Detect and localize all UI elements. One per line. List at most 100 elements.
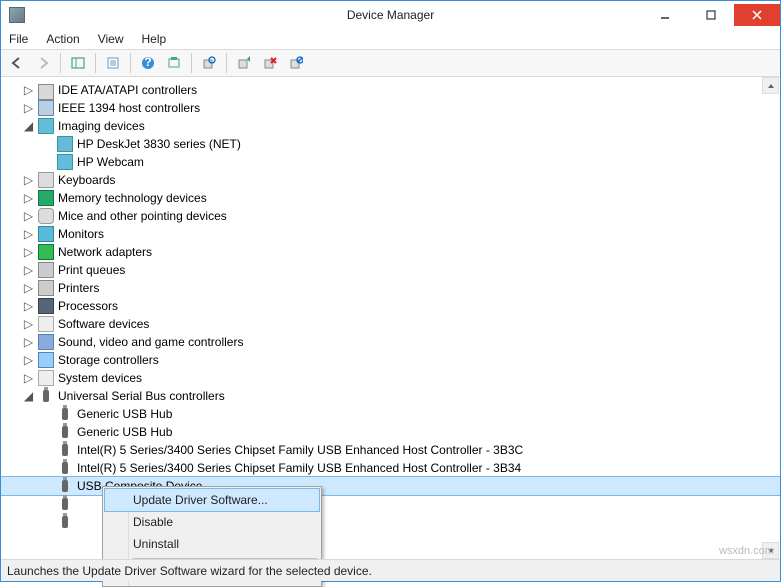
expand-icon[interactable]: ▷ bbox=[23, 85, 34, 96]
node-label: Mice and other pointing devices bbox=[58, 209, 227, 223]
forward-button[interactable] bbox=[31, 51, 55, 75]
minimize-button[interactable] bbox=[642, 4, 688, 26]
ctx-update-driver[interactable]: Update Driver Software... bbox=[105, 489, 319, 511]
toolbar-separator bbox=[226, 53, 227, 73]
imaging-icon bbox=[57, 154, 73, 170]
expand-icon[interactable]: ▷ bbox=[23, 247, 34, 258]
expand-icon[interactable]: ▷ bbox=[23, 193, 34, 204]
scan-hardware-button[interactable] bbox=[197, 51, 221, 75]
tree-node-sound[interactable]: ▷Sound, video and game controllers bbox=[1, 333, 780, 351]
tree-node-ide[interactable]: ▷ IDE ATA/ATAPI controllers bbox=[1, 81, 780, 99]
tree-node-printqueues[interactable]: ▷Print queues bbox=[1, 261, 780, 279]
toolbar: ? bbox=[1, 49, 780, 77]
node-label: Generic USB Hub bbox=[77, 407, 172, 421]
monitor-icon bbox=[38, 226, 54, 242]
expand-icon[interactable]: ▷ bbox=[23, 283, 34, 294]
node-label: Software devices bbox=[58, 317, 149, 331]
node-label: Memory technology devices bbox=[58, 191, 207, 205]
ctx-disable[interactable]: Disable bbox=[105, 511, 319, 533]
expand-icon[interactable]: ▷ bbox=[23, 373, 34, 384]
status-text: Launches the Update Driver Software wiza… bbox=[7, 564, 372, 578]
tree-node-intel-usb[interactable]: Intel(R) 5 Series/3400 Series Chipset Fa… bbox=[1, 459, 780, 477]
tree-node-processors[interactable]: ▷ Processors bbox=[1, 297, 780, 315]
help-button[interactable]: ? bbox=[136, 51, 160, 75]
tree-node-storage[interactable]: ▷ Storage controllers bbox=[1, 351, 780, 369]
node-label: Storage controllers bbox=[58, 353, 159, 367]
tree-node-usb[interactable]: ◢ Universal Serial Bus controllers bbox=[1, 387, 780, 405]
status-bar: Launches the Update Driver Software wiza… bbox=[1, 559, 780, 581]
node-label: HP DeskJet 3830 series (NET) bbox=[77, 137, 241, 151]
show-hide-tree-button[interactable] bbox=[66, 51, 90, 75]
disable-button[interactable] bbox=[284, 51, 308, 75]
tree-node-printers[interactable]: ▷ Printers bbox=[1, 279, 780, 297]
usb-icon bbox=[57, 478, 73, 494]
tree-node-ieee[interactable]: ▷IEEE 1394 host controllers bbox=[1, 99, 780, 117]
menu-help[interactable]: Help bbox=[140, 31, 169, 47]
usb-icon bbox=[57, 496, 73, 512]
node-label: Intel(R) 5 Series/3400 Series Chipset Fa… bbox=[77, 461, 521, 475]
mouse-icon bbox=[38, 208, 54, 224]
node-label: IDE ATA/ATAPI controllers bbox=[58, 83, 197, 97]
maximize-button[interactable] bbox=[688, 4, 734, 26]
menu-action[interactable]: Action bbox=[44, 31, 81, 47]
uninstall-button[interactable] bbox=[258, 51, 282, 75]
device-icon bbox=[38, 100, 54, 116]
tree-node-mice[interactable]: ▷ Mice and other pointing devices bbox=[1, 207, 780, 225]
node-label: Monitors bbox=[58, 227, 104, 241]
tree-node-generic-hub[interactable]: Generic USB Hub bbox=[1, 405, 780, 423]
node-label: Universal Serial Bus controllers bbox=[58, 389, 225, 403]
network-icon bbox=[38, 244, 54, 260]
toolbar-button[interactable] bbox=[162, 51, 186, 75]
expand-icon[interactable]: ▷ bbox=[23, 301, 34, 312]
expand-icon[interactable]: ▷ bbox=[23, 175, 34, 186]
expand-icon[interactable]: ▷ bbox=[23, 265, 34, 276]
imaging-icon bbox=[38, 118, 54, 134]
node-label: Printers bbox=[58, 281, 99, 295]
ctx-uninstall[interactable]: Uninstall bbox=[105, 533, 319, 555]
tree-node-intel-usb[interactable]: Intel(R) 5 Series/3400 Series Chipset Fa… bbox=[1, 441, 780, 459]
tree-node-monitors[interactable]: ▷ Monitors bbox=[1, 225, 780, 243]
usb-icon bbox=[57, 442, 73, 458]
collapse-icon[interactable]: ◢ bbox=[23, 391, 34, 402]
node-label: HP Webcam bbox=[77, 155, 144, 169]
tree-node-memtech[interactable]: ▷ Memory technology devices bbox=[1, 189, 780, 207]
node-label: Intel(R) 5 Series/3400 Series Chipset Fa… bbox=[77, 443, 523, 457]
titlebar: Device Manager bbox=[1, 1, 780, 29]
tree-node-system[interactable]: ▷System devices bbox=[1, 369, 780, 387]
close-button[interactable] bbox=[734, 4, 780, 26]
menu-file[interactable]: File bbox=[7, 31, 30, 47]
expand-icon[interactable]: ▷ bbox=[23, 319, 34, 330]
storage-icon bbox=[38, 352, 54, 368]
node-label: Processors bbox=[58, 299, 118, 313]
expand-icon[interactable]: ▷ bbox=[23, 355, 34, 366]
node-label: Network adapters bbox=[58, 245, 152, 259]
tree-node-hp-deskjet[interactable]: HP DeskJet 3830 series (NET) bbox=[1, 135, 780, 153]
usb-icon bbox=[57, 514, 73, 530]
tree-node-hp-webcam[interactable]: HP Webcam bbox=[1, 153, 780, 171]
app-icon bbox=[9, 7, 25, 23]
processor-icon bbox=[38, 298, 54, 314]
properties-button[interactable] bbox=[101, 51, 125, 75]
expand-icon[interactable]: ▷ bbox=[23, 211, 34, 222]
expand-icon[interactable]: ▷ bbox=[23, 103, 34, 114]
scroll-up-button[interactable] bbox=[762, 77, 779, 94]
tree-node-keyboards[interactable]: ▷ Keyboards bbox=[1, 171, 780, 189]
window-title: Device Manager bbox=[347, 8, 434, 22]
node-label: Keyboards bbox=[58, 173, 115, 187]
collapse-icon[interactable]: ◢ bbox=[23, 121, 34, 132]
tree-node-imaging[interactable]: ◢Imaging devices bbox=[1, 117, 780, 135]
ctx-label: Uninstall bbox=[133, 537, 179, 551]
toolbar-separator bbox=[95, 53, 96, 73]
printer-icon bbox=[38, 262, 54, 278]
back-button[interactable] bbox=[5, 51, 29, 75]
expand-icon[interactable]: ▷ bbox=[23, 229, 34, 240]
menu-view[interactable]: View bbox=[96, 31, 126, 47]
watermark: wsxdn.com bbox=[719, 545, 774, 557]
toolbar-separator bbox=[130, 53, 131, 73]
update-driver-button[interactable] bbox=[232, 51, 256, 75]
tree-node-software[interactable]: ▷ Software devices bbox=[1, 315, 780, 333]
tree-node-network[interactable]: ▷ Network adapters bbox=[1, 243, 780, 261]
toolbar-separator bbox=[191, 53, 192, 73]
tree-node-generic-hub[interactable]: Generic USB Hub bbox=[1, 423, 780, 441]
expand-icon[interactable]: ▷ bbox=[23, 337, 34, 348]
